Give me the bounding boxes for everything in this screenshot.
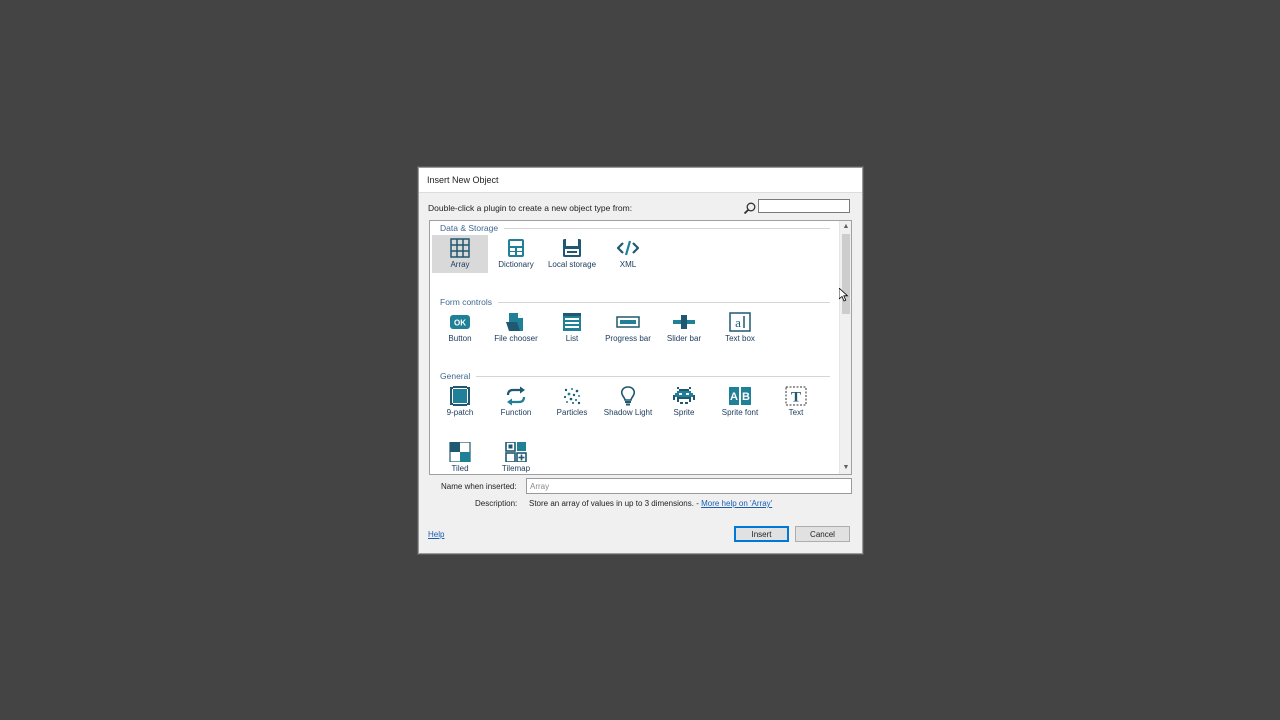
title-bar: Insert New Object xyxy=(419,168,862,193)
plugin-item-dictionary[interactable]: Dictionary xyxy=(488,235,544,273)
plugin-list[interactable]: Data & Storage Array Dictionary Local st… xyxy=(429,220,852,475)
plugin-item-function[interactable]: Function xyxy=(488,383,544,421)
slider-icon xyxy=(673,315,695,329)
plugin-item-list[interactable]: List xyxy=(544,309,600,347)
category-header-data-storage: Data & Storage xyxy=(440,223,830,233)
mouse-cursor-icon xyxy=(839,288,849,302)
plugin-label: Text box xyxy=(725,334,755,343)
tiled-icon xyxy=(449,442,471,462)
plugin-item-file-chooser[interactable]: File chooser xyxy=(488,309,544,347)
plugin-item-local-storage[interactable]: Local storage xyxy=(544,235,600,273)
magnifier-icon xyxy=(743,201,757,215)
insert-object-dialog: Insert New Object Double-click a plugin … xyxy=(418,167,863,554)
description-body: Store an array of values in up to 3 dime… xyxy=(529,499,702,508)
plugin-item-text-box[interactable]: a Text box xyxy=(712,309,768,347)
text-box-icon: a xyxy=(729,312,751,332)
plugin-label: List xyxy=(565,334,579,343)
svg-text:T: T xyxy=(791,390,801,406)
prompt-text: Double-click a plugin to create a new ob… xyxy=(428,203,633,213)
plugin-item-button[interactable]: OK Button xyxy=(432,309,488,347)
space-invader-icon xyxy=(673,387,695,404)
list-scrollbar[interactable]: ▲ ▼ xyxy=(839,221,851,474)
function-arrows-icon xyxy=(506,386,526,406)
plugin-label: 9-patch xyxy=(446,408,474,417)
category-label: Form controls xyxy=(440,297,492,307)
scroll-up-arrow-icon[interactable]: ▲ xyxy=(840,222,851,232)
plugin-item-text[interactable]: T Text xyxy=(768,383,824,421)
nine-patch-icon xyxy=(450,386,470,406)
more-help-link[interactable]: More help on 'Array' xyxy=(701,499,772,508)
search-input[interactable] xyxy=(758,199,850,213)
particles-icon xyxy=(563,388,581,405)
category-header-general: General xyxy=(440,371,830,381)
plugin-item-tilemap[interactable]: Tilemap xyxy=(488,439,544,474)
category-header-form-controls: Form controls xyxy=(440,297,830,307)
lightbulb-icon xyxy=(620,386,636,406)
plugin-label: Array xyxy=(450,260,470,269)
svg-text:A: A xyxy=(730,391,738,403)
cancel-button[interactable]: Cancel xyxy=(795,526,850,542)
file-icon xyxy=(506,313,523,331)
plugin-item-particles[interactable]: Particles xyxy=(544,383,600,421)
insert-button[interactable]: Insert xyxy=(734,526,789,542)
text-t-icon: T xyxy=(785,386,807,406)
plugin-label: Slider bar xyxy=(666,334,702,343)
plugin-label: Progress bar xyxy=(605,334,651,343)
plugin-item-slider-bar[interactable]: Slider bar xyxy=(656,309,712,347)
help-link[interactable]: Help xyxy=(428,530,444,539)
plugin-label: Sprite xyxy=(673,408,695,417)
scroll-thumb[interactable] xyxy=(842,234,850,314)
plugin-item-shadow-light[interactable]: Shadow Light xyxy=(600,383,656,421)
plugin-label: Function xyxy=(500,408,532,417)
plugin-label: XML xyxy=(619,260,637,269)
grid-icon xyxy=(450,238,470,258)
xml-code-icon xyxy=(617,240,639,256)
list-icon xyxy=(563,313,581,331)
progress-bar-icon xyxy=(616,316,640,328)
plugin-label: Tiled xyxy=(451,464,469,473)
name-when-inserted-input[interactable] xyxy=(526,478,852,494)
sprite-font-icon: A B xyxy=(729,387,751,405)
local-storage-icon xyxy=(563,239,581,257)
tilemap-icon xyxy=(505,442,527,462)
plugin-item-9-patch[interactable]: 9-patch xyxy=(432,383,488,421)
plugin-item-sprite-font[interactable]: A B Sprite font xyxy=(712,383,768,421)
category-label: General xyxy=(440,371,471,381)
description-text: Store an array of values in up to 3 dime… xyxy=(529,499,772,508)
plugin-label: File chooser xyxy=(494,334,538,343)
plugin-item-sprite[interactable]: Sprite xyxy=(656,383,712,421)
plugin-item-tiled[interactable]: Tiled xyxy=(432,439,488,474)
plugin-label: Button xyxy=(448,334,472,343)
plugin-item-xml[interactable]: XML xyxy=(600,235,656,273)
ok-button-icon: OK xyxy=(450,315,470,329)
description-label: Description: xyxy=(475,499,518,508)
plugin-label: Sprite font xyxy=(721,408,759,417)
svg-text:B: B xyxy=(742,391,750,403)
plugin-label: Shadow Light xyxy=(603,408,653,417)
plugin-label: Tilemap xyxy=(501,464,531,473)
plugin-label: Dictionary xyxy=(498,260,534,269)
dialog-title: Insert New Object xyxy=(427,175,499,185)
scroll-down-arrow-icon[interactable]: ▼ xyxy=(840,463,851,473)
plugin-label: Particles xyxy=(556,408,588,417)
svg-text:a: a xyxy=(735,315,741,330)
plugin-item-array[interactable]: Array xyxy=(432,235,488,273)
plugin-label: Local storage xyxy=(547,260,597,269)
name-when-inserted-label: Name when inserted: xyxy=(441,482,517,491)
category-label: Data & Storage xyxy=(440,223,499,233)
plugin-item-progress-bar[interactable]: Progress bar xyxy=(600,309,656,347)
svg-text:OK: OK xyxy=(454,319,466,328)
plugin-label: Text xyxy=(788,408,804,417)
dictionary-icon xyxy=(508,239,524,257)
